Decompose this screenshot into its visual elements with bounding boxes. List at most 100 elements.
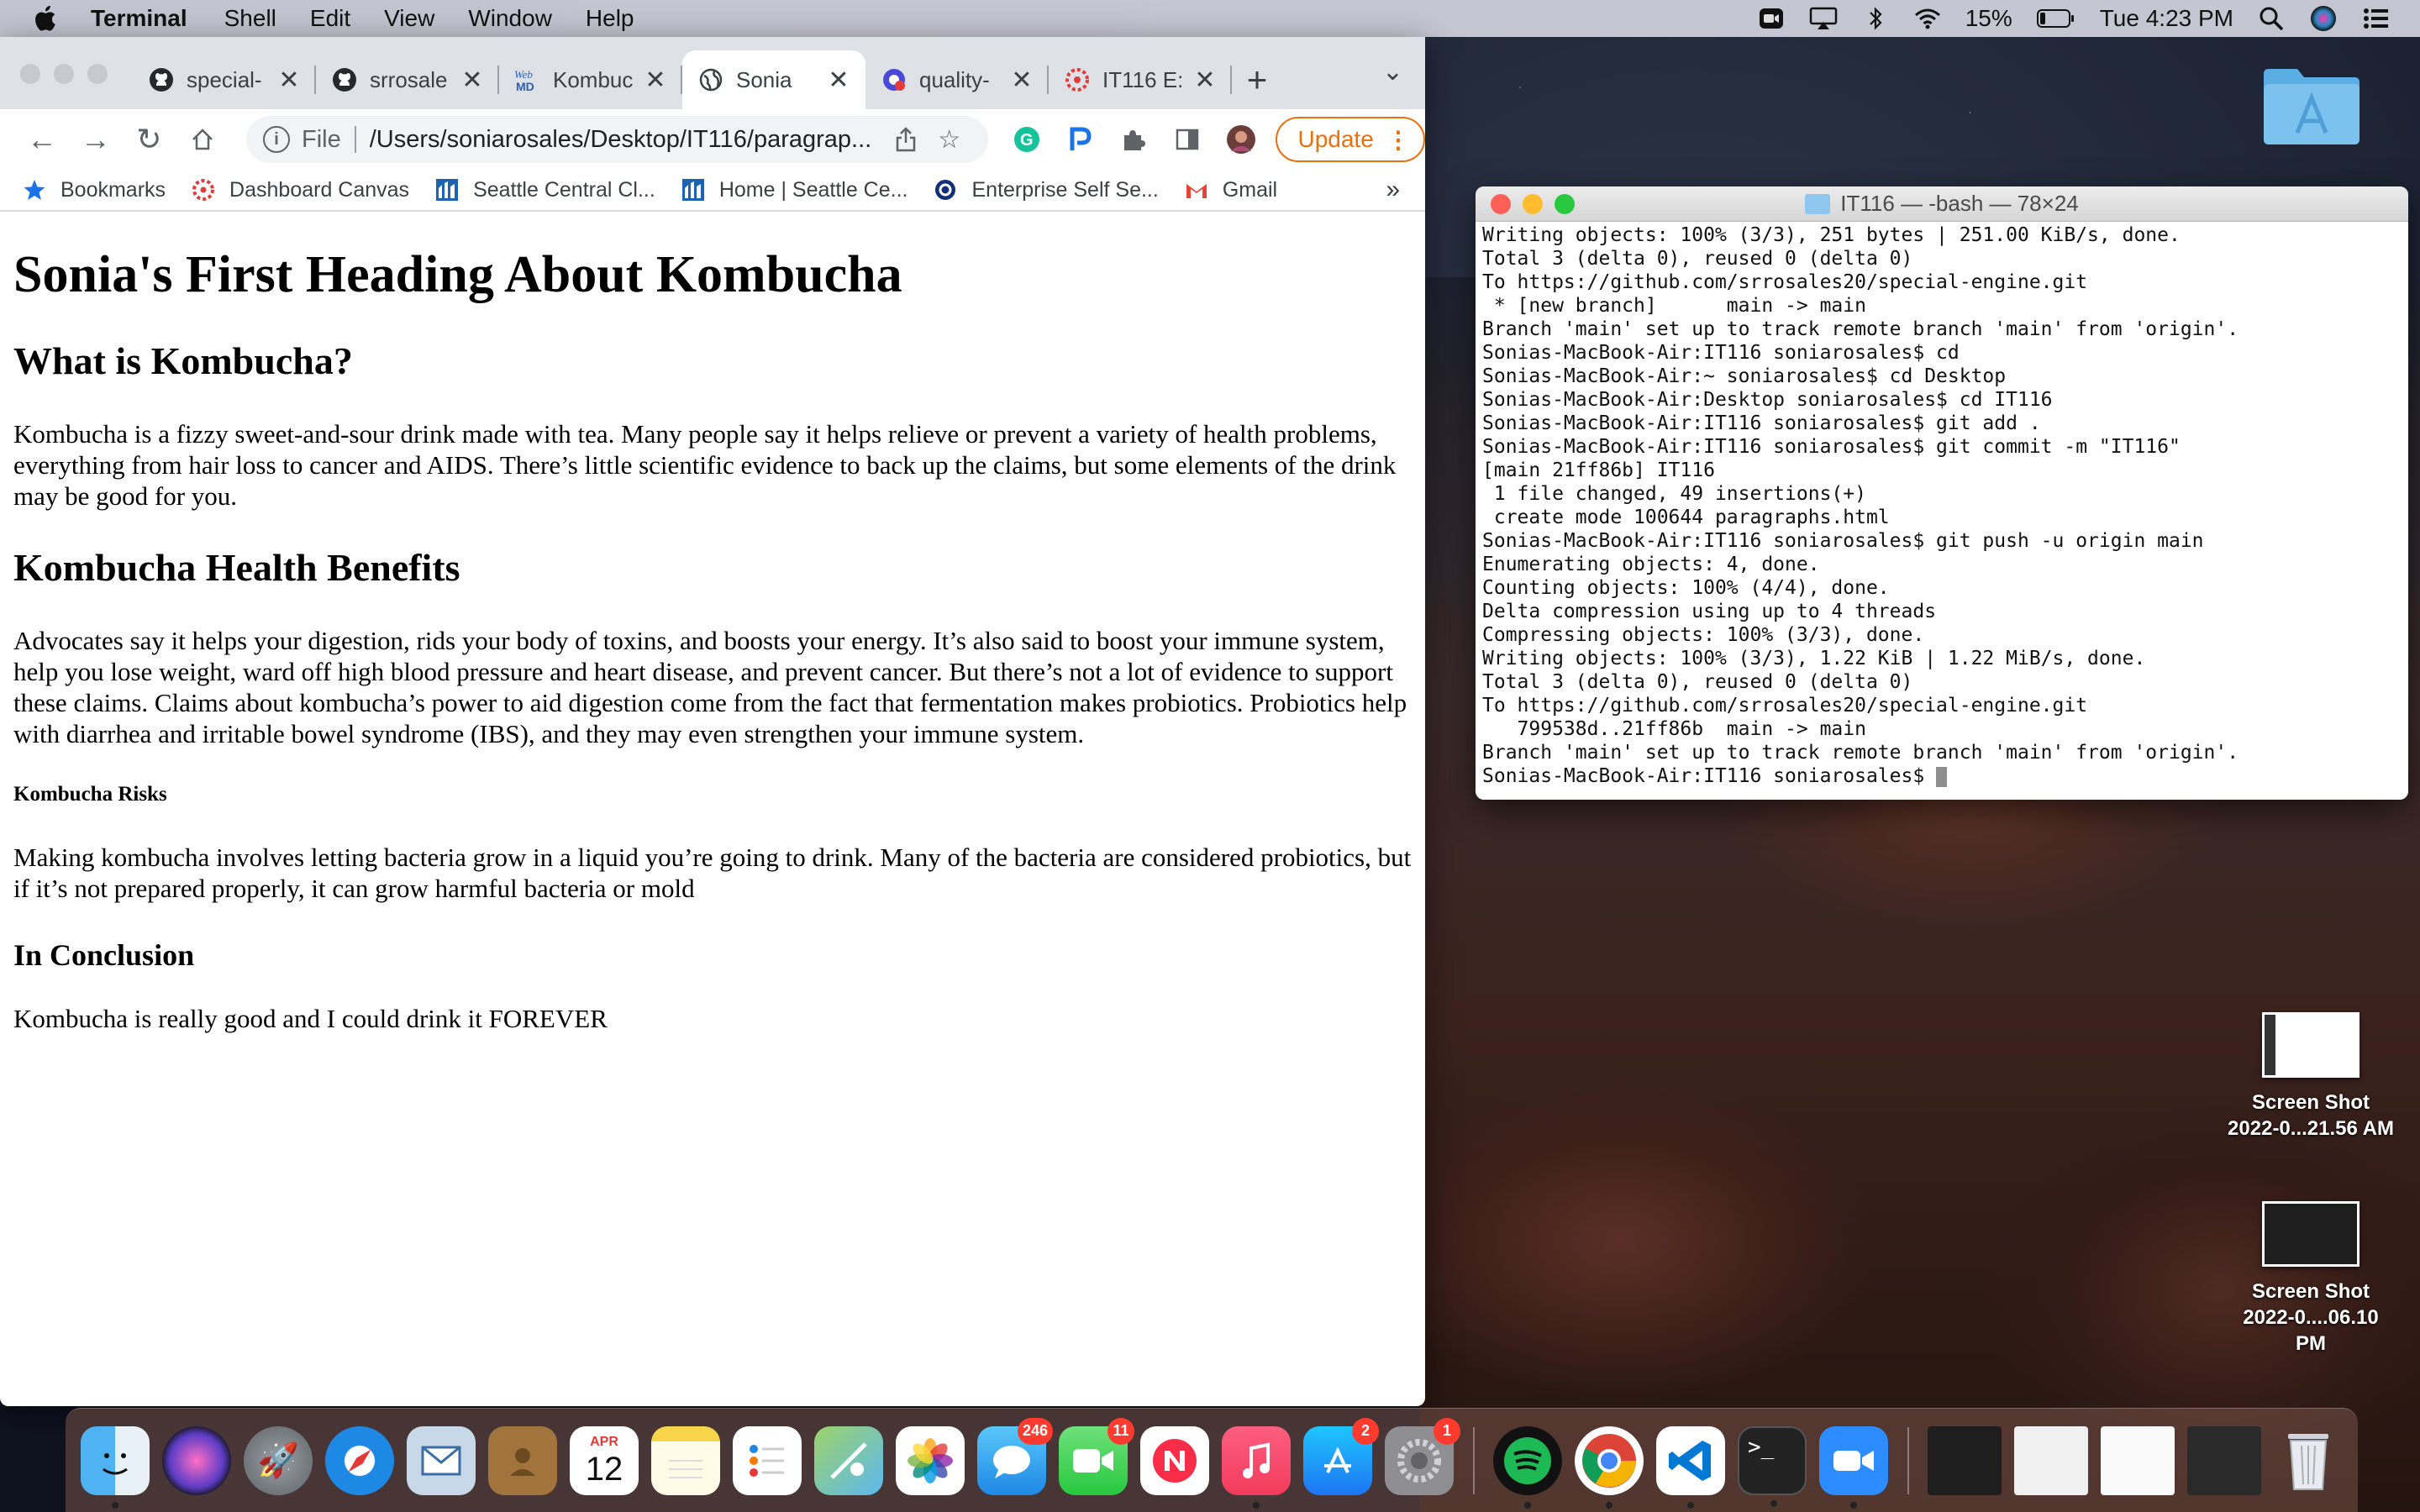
zoom-icon[interactable] — [1819, 1425, 1888, 1509]
desktop-screenshot-2[interactable]: Screen Shot 2022-0....06.10 PM — [2227, 1201, 2395, 1357]
menu-app-name[interactable]: Terminal — [91, 5, 187, 32]
webmd-icon: Web MD — [514, 66, 541, 93]
tab-srrosales[interactable]: srrosale ✕ — [316, 50, 499, 109]
forward-button[interactable]: → — [69, 113, 123, 166]
bookmarks-overflow-button[interactable]: » — [1386, 176, 1400, 204]
minimized-window-2[interactable] — [2014, 1425, 2088, 1495]
bookmark-home-seattle-central[interactable]: Home | Seattle Ce... — [681, 177, 908, 202]
side-panel-icon[interactable] — [1160, 113, 1214, 166]
tab-quality[interactable]: quality- ✕ — [865, 50, 1049, 109]
bluetooth-icon[interactable] — [1861, 6, 1890, 31]
bookmark-seattle-central-cl[interactable]: Seattle Central Cl... — [434, 177, 655, 202]
browser-toolbar: ← → ↻ i File /Users/soniarosales/Desktop… — [0, 109, 1425, 170]
system-preferences-icon[interactable]: 1 — [1385, 1417, 1460, 1495]
profile-avatar[interactable] — [1214, 113, 1268, 166]
close-icon[interactable]: ✕ — [827, 66, 850, 95]
tab-it116-canvas[interactable]: IT116 E: ✕ — [1049, 50, 1232, 109]
bookmark-gmail[interactable]: Gmail — [1184, 177, 1277, 202]
close-icon[interactable]: ✕ — [644, 66, 667, 95]
zoom-status-icon[interactable] — [1757, 6, 1786, 31]
finder-icon[interactable] — [81, 1425, 150, 1509]
terminal-dock-icon[interactable]: >_ — [1738, 1425, 1807, 1507]
mail-icon[interactable] — [407, 1425, 476, 1495]
bookmark-dashboard-canvas[interactable]: Dashboard Canvas — [191, 177, 409, 202]
menu-help[interactable]: Help — [586, 5, 634, 32]
menu-view[interactable]: View — [384, 5, 434, 32]
more-menu-icon[interactable]: ⋮ — [1386, 126, 1410, 154]
menu-edit[interactable]: Edit — [310, 5, 350, 32]
app-store-icon[interactable]: 2 — [1303, 1417, 1379, 1495]
maps-icon[interactable] — [814, 1425, 883, 1495]
siri-dock-icon[interactable] — [162, 1425, 231, 1495]
bookmark-bookmarks[interactable]: Bookmarks — [22, 177, 166, 202]
news-icon[interactable] — [1140, 1425, 1209, 1495]
desktop-screenshot-1[interactable]: Screen Shot 2022-0...21.56 AM — [2227, 1012, 2395, 1142]
grammarly-icon[interactable]: G — [1000, 113, 1054, 166]
minimized-window-1[interactable] — [1928, 1425, 2002, 1495]
terminal-line: Delta compression using up to 4 threads — [1482, 601, 1937, 622]
page-heading: Sonia's First Heading About Kombucha — [13, 246, 902, 303]
terminal-line: Branch 'main' set up to track remote bra… — [1482, 742, 2239, 764]
info-icon[interactable]: i — [263, 126, 290, 153]
spotify-icon[interactable] — [1493, 1425, 1562, 1509]
terminal-minimize-button[interactable] — [1523, 193, 1543, 214]
close-icon[interactable]: ✕ — [460, 66, 484, 95]
close-icon[interactable]: ✕ — [1193, 66, 1217, 95]
chrome-icon[interactable] — [1575, 1425, 1644, 1509]
tab-search-chevron-icon[interactable]: ⌄ — [1382, 57, 1403, 87]
home-button[interactable] — [176, 113, 229, 166]
menu-shell[interactable]: Shell — [224, 5, 276, 32]
address-bar[interactable]: i File /Users/soniarosales/Desktop/IT116… — [246, 116, 988, 163]
wifi-icon[interactable] — [1913, 6, 1942, 31]
terminal-zoom-button[interactable] — [1555, 193, 1575, 214]
photos-icon[interactable] — [896, 1425, 965, 1495]
terminal-line: Writing objects: 100% (3/3), 251 bytes |… — [1482, 224, 2181, 246]
trash-icon[interactable] — [2274, 1426, 2343, 1495]
launchpad-icon[interactable]: 🚀 — [244, 1425, 313, 1495]
extensions-puzzle-icon[interactable] — [1107, 113, 1160, 166]
reload-button[interactable]: ↻ — [123, 113, 176, 166]
notification-center-icon[interactable] — [2361, 6, 2390, 31]
contacts-icon[interactable] — [488, 1425, 557, 1495]
minimized-window-3[interactable] — [2101, 1425, 2175, 1495]
url-text[interactable]: /Users/soniarosales/Desktop/IT116/paragr… — [370, 126, 884, 154]
terminal-close-button[interactable] — [1491, 193, 1511, 214]
bookmark-enterprise-self-service[interactable]: Enterprise Self Se... — [933, 177, 1159, 202]
terminal-line: create mode 100644 paragraphs.html — [1482, 507, 1890, 528]
siri-icon[interactable] — [2309, 6, 2338, 31]
extension-p-icon[interactable] — [1053, 113, 1107, 166]
calendar-icon[interactable]: APR 12 — [570, 1425, 639, 1495]
tab-special-engine[interactable]: special- ✕ — [133, 50, 316, 109]
terminal-titlebar[interactable]: IT116 — -bash — 78×24 — [1476, 186, 2408, 222]
apple-menu-icon[interactable] — [32, 4, 66, 33]
zoom-window-button[interactable] — [87, 64, 108, 84]
menu-window[interactable]: Window — [468, 5, 552, 32]
menu-clock[interactable]: Tue 4:23 PM — [2100, 5, 2233, 32]
spotlight-search-icon[interactable] — [2257, 6, 2286, 31]
notes-icon[interactable] — [651, 1425, 720, 1495]
battery-icon[interactable] — [2036, 6, 2076, 31]
close-window-button[interactable] — [20, 64, 40, 84]
share-icon[interactable] — [884, 118, 928, 161]
terminal-output[interactable]: Writing objects: 100% (3/3), 251 bytes |… — [1476, 222, 2408, 790]
tab-kombucha-webmd[interactable]: Web MD Kombuc ✕ — [499, 50, 682, 109]
desktop-folder-applications[interactable] — [2260, 62, 2363, 146]
vscode-icon[interactable] — [1656, 1425, 1725, 1509]
update-button[interactable]: Update ⋮ — [1276, 117, 1425, 162]
airplay-icon[interactable] — [1809, 6, 1838, 31]
tab-sonia-active[interactable]: Sonia ✕ — [682, 50, 865, 109]
close-icon[interactable]: ✕ — [277, 66, 301, 95]
messages-icon[interactable]: 246 — [977, 1417, 1053, 1495]
back-button[interactable]: ← — [15, 113, 69, 166]
safari-icon[interactable] — [325, 1425, 394, 1495]
music-icon[interactable] — [1222, 1425, 1291, 1509]
bookmark-star-icon[interactable]: ☆ — [928, 118, 971, 161]
reminders-icon[interactable] — [733, 1425, 802, 1495]
new-tab-button[interactable]: + — [1232, 50, 1282, 109]
facetime-icon[interactable]: 11 — [1059, 1417, 1134, 1495]
minimize-window-button[interactable] — [54, 64, 74, 84]
terminal-window[interactable]: IT116 — -bash — 78×24 Writing objects: 1… — [1476, 186, 2408, 800]
close-icon[interactable]: ✕ — [1010, 66, 1034, 95]
minimized-window-4[interactable] — [2187, 1425, 2261, 1495]
screenshot-thumbnail — [2262, 1012, 2360, 1078]
